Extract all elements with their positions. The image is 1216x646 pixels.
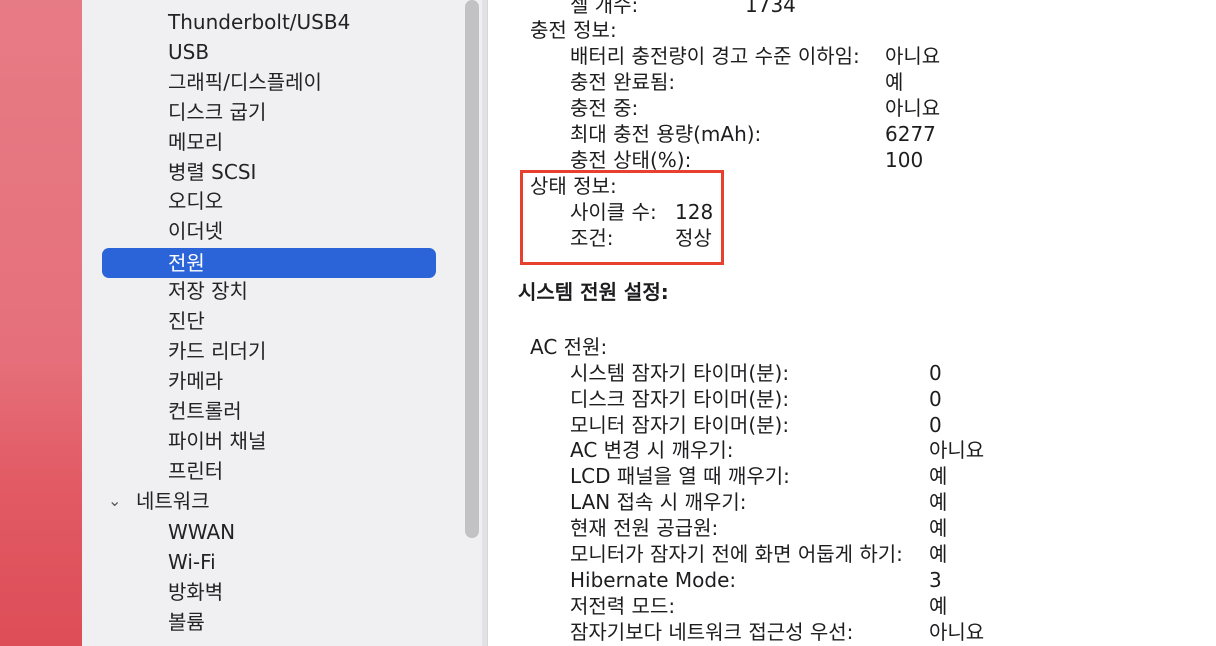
charge-row-label: 충전 완료됨: [570,70,676,94]
ac-row-label: AC 변경 시 깨우기: [570,438,734,462]
ac-power-title: AC 전원: [530,335,608,359]
condition-value: 정상 [675,226,712,250]
health-row-label: 사이클 수: [570,200,657,224]
sidebar-scrollbar[interactable] [465,0,479,538]
sidebar-item-usb[interactable]: USB [168,37,209,67]
sidebar-item-graphics[interactable]: 그래픽/디스플레이 [168,67,322,97]
ac-row-label: 시스템 잠자기 타이머(분): [570,361,790,385]
ac-row-label: 모니터 잠자기 타이머(분): [570,413,790,437]
charge-row-label: 충전 중: [570,96,639,120]
ac-row-value: 아니요 [929,620,985,644]
ac-row-value: 예 [929,490,948,514]
sidebar-item-fibre-channel[interactable]: 파이버 채널 [168,426,266,456]
sidebar-item-printer[interactable]: 프린터 [168,456,223,486]
health-row-label: 조건: [570,226,614,250]
sidebar-item-camera[interactable]: 카메라 [168,366,223,396]
ac-row-value: 예 [929,542,948,566]
sidebar-group-network[interactable]: ⌄ 네트워크 [108,486,210,516]
sidebar-item-storage[interactable]: 저장 장치 [168,276,248,306]
ac-row-value: 0 [929,361,942,385]
ac-row-value: 0 [929,387,942,411]
health-info-title: 상태 정보: [530,174,617,198]
charge-row-label: 최대 충전 용량(mAh): [570,122,762,146]
cell-count-label: 셀 개수: [570,0,639,17]
ac-row-value: 0 [929,413,942,437]
sidebar-item-audio[interactable]: 오디오 [168,186,223,216]
charge-row-label: 배터리 충전량이 경고 수준 이하임: [570,44,860,68]
sidebar-item-disc-burning[interactable]: 디스크 굽기 [168,97,266,127]
cell-count-value: 1734 [745,0,796,17]
sidebar-item-wwan[interactable]: WWAN [168,517,235,547]
sidebar-item-thunderbolt[interactable]: Thunderbolt/USB4 [168,7,350,37]
ac-row-value: 아니요 [929,438,985,462]
charge-row-value: 아니요 [885,96,941,120]
ac-row-label: 현재 전원 공급원: [570,516,719,540]
ac-row-label: Hibernate Mode: [570,568,737,592]
ac-row-label: LAN 접속 시 깨우기: [570,490,747,514]
ac-row-value: 3 [929,568,942,592]
sidebar-group-label: 네트워크 [136,489,210,513]
ac-row-value: 예 [929,594,948,618]
sidebar-item-ethernet[interactable]: 이더넷 [168,216,223,246]
charge-row-value: 100 [885,148,924,172]
sidebar-item-power[interactable]: 전원 [168,248,205,278]
sidebar-item-controller[interactable]: 컨트롤러 [168,396,242,426]
ac-row-value: 예 [929,464,948,488]
system-power-settings-title: 시스템 전원 설정: [518,280,669,304]
sidebar-selection-highlight [102,248,436,278]
ac-row-label: 모니터가 잠자기 전에 화면 어둡게 하기: [570,542,903,566]
charge-row-value: 아니요 [885,44,941,68]
charge-row-value: 예 [885,70,904,94]
charge-info-title: 충전 정보: [530,18,617,42]
cycle-count-value: 128 [675,200,714,224]
ac-row-label: LCD 패널을 열 때 깨우기: [570,464,790,488]
charge-row-value: 6277 [885,122,936,146]
sidebar-item-diagnostics[interactable]: 진단 [168,306,205,336]
chevron-down-icon[interactable]: ⌄ [108,486,128,516]
sidebar-item-volumes[interactable]: 볼륨 [168,607,205,637]
sidebar-item-parallel-scsi[interactable]: 병렬 SCSI [168,157,256,187]
ac-row-value: 예 [929,516,948,540]
ac-row-label: 잠자기보다 네트워크 접근성 우선: [570,620,854,644]
sidebar-item-memory[interactable]: 메모리 [168,127,223,157]
ac-row-label: 디스크 잠자기 타이머(분): [570,387,790,411]
sidebar-item-wifi[interactable]: Wi-Fi [168,547,216,577]
sidebar-item-firewall[interactable]: 방화벽 [168,577,223,607]
ac-row-label: 저전력 모드: [570,594,676,618]
sidebar-item-card-reader[interactable]: 카드 리더기 [168,336,266,366]
desktop-background [0,0,82,646]
